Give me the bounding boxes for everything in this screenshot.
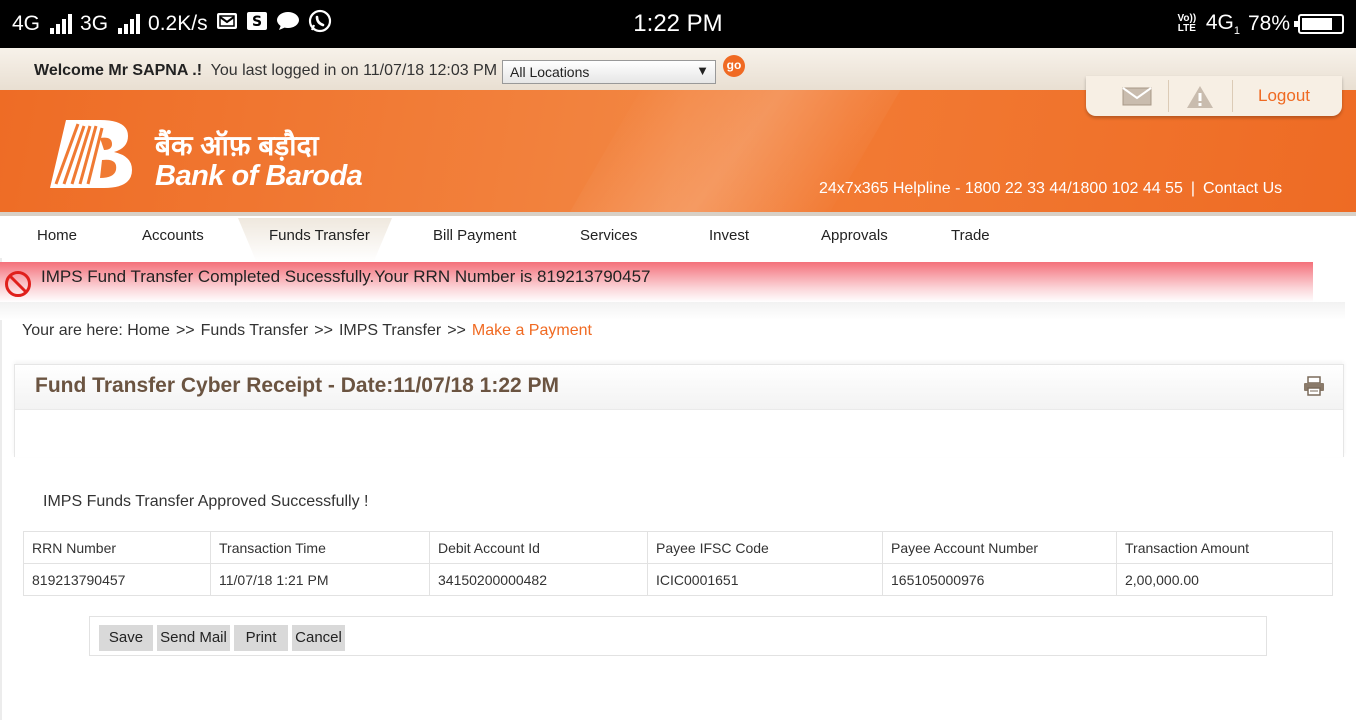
- breadcrumb-imps-transfer[interactable]: IMPS Transfer: [339, 322, 441, 339]
- printer-icon[interactable]: [1303, 376, 1325, 401]
- nav-home[interactable]: Home: [37, 227, 77, 244]
- clock: 1:22 PM: [633, 10, 723, 37]
- cell-debit-account-id: 34150200000482: [429, 563, 648, 596]
- cell-payee-account-number: 165105000976: [882, 563, 1117, 596]
- location-select-value: All Locations: [510, 64, 590, 80]
- table-row: 819213790457 11/07/18 1:21 PM 3415020000…: [23, 563, 1333, 596]
- battery-icon: [1294, 14, 1344, 34]
- bank-name-hindi: बैंक ऑफ़ बड़ौदा: [155, 130, 319, 161]
- helpline-text: 24x7x365 Helpline - 1800 22 33 44/1800 1…: [819, 180, 1183, 197]
- breadcrumb-separator: >>: [314, 322, 333, 339]
- status-bar: 4G 3G 0.2K/s S 1:22 PM Vo)) LTE 4G1 78%: [0, 0, 1356, 48]
- last-login: You last logged in on 11/07/18 12:03 PM: [210, 62, 498, 79]
- status-right: Vo)) LTE 4G1 78%: [1176, 0, 1344, 48]
- receipt-panel: Fund Transfer Cyber Receipt - Date:11/07…: [14, 364, 1344, 457]
- nav-approvals[interactable]: Approvals: [821, 227, 888, 244]
- breadcrumb-home[interactable]: Home: [127, 322, 170, 339]
- breadcrumb-funds-transfer[interactable]: Funds Transfer: [201, 322, 309, 339]
- cell-transaction-amount: 2,00,000.00: [1116, 563, 1333, 596]
- alert-icon[interactable]: [1186, 85, 1214, 114]
- dropdown-arrow-icon: ▼: [696, 63, 709, 78]
- receipt-title: Fund Transfer Cyber Receipt - Date:11/07…: [35, 374, 560, 397]
- nav-funds-transfer[interactable]: Funds Transfer: [269, 227, 370, 244]
- nav-services[interactable]: Services: [580, 227, 638, 244]
- print-button[interactable]: Print: [234, 625, 288, 651]
- battery-percent: 78%: [1247, 12, 1290, 35]
- cell-rrn-number: 819213790457: [23, 563, 211, 596]
- utility-tab: Logout: [1086, 76, 1342, 116]
- nav-invest[interactable]: Invest: [709, 227, 749, 244]
- mail-icon[interactable]: [1122, 85, 1152, 112]
- network-type-3-label: 4G: [1205, 10, 1234, 34]
- page-left-border: [0, 258, 2, 720]
- breadcrumb-separator: >>: [447, 322, 466, 339]
- save-button[interactable]: Save: [99, 625, 153, 651]
- welcome-text: Welcome Mr SAPNA .! You last logged in o…: [34, 62, 497, 80]
- prohibited-icon: [4, 270, 32, 303]
- col-payee-ifsc-code: Payee IFSC Code: [647, 531, 883, 564]
- alert-message: IMPS Fund Transfer Completed Sucessfully…: [41, 267, 651, 286]
- col-transaction-time: Transaction Time: [210, 531, 430, 564]
- col-debit-account-id: Debit Account Id: [429, 531, 648, 564]
- logout-link[interactable]: Logout: [1258, 86, 1310, 106]
- action-bar: Save Send Mail Print Cancel: [89, 616, 1267, 656]
- bank-name: Bank of Baroda: [155, 160, 363, 192]
- col-payee-account-number: Payee Account Number: [882, 531, 1117, 564]
- main-nav: Home Accounts Funds Transfer Bill Paymen…: [0, 212, 1356, 262]
- col-transaction-amount: Transaction Amount: [1116, 531, 1333, 564]
- approval-status: IMPS Funds Transfer Approved Successfull…: [43, 493, 369, 510]
- tab-divider: [1232, 80, 1233, 112]
- nav-bill-payment[interactable]: Bill Payment: [433, 227, 516, 244]
- nav-trade[interactable]: Trade: [951, 227, 990, 244]
- alert-banner: IMPS Fund Transfer Completed Sucessfully…: [0, 262, 1313, 302]
- sim-slot: 1: [1233, 25, 1240, 38]
- breadcrumb-prefix: Your are here:: [22, 322, 123, 339]
- receipt-header: Fund Transfer Cyber Receipt - Date:11/07…: [15, 365, 1343, 410]
- battery-fill: [1302, 18, 1332, 30]
- location-select[interactable]: All Locations ▼: [502, 60, 716, 84]
- contact-us-link[interactable]: Contact Us: [1203, 180, 1282, 197]
- nav-accounts[interactable]: Accounts: [142, 227, 204, 244]
- tab-divider: [1168, 80, 1169, 112]
- breadcrumb-separator: >>: [175, 322, 195, 339]
- bank-logo-icon[interactable]: [48, 118, 134, 195]
- alert-shadow: [0, 302, 1345, 320]
- breadcrumb: Your are here: Home >> Funds Transfer >> IMP…: [22, 322, 592, 340]
- network-type-3: 4G1: [1206, 11, 1240, 37]
- cell-transaction-time: 11/07/18 1:21 PM: [210, 563, 430, 596]
- greeting: Welcome Mr SAPNA .!: [34, 62, 203, 79]
- breadcrumb-current: Make a Payment: [471, 322, 592, 339]
- cancel-button[interactable]: Cancel: [292, 625, 345, 651]
- send-mail-button[interactable]: Send Mail: [157, 625, 230, 651]
- transaction-table: RRN Number Transaction Time Debit Accoun…: [23, 531, 1333, 596]
- col-rrn-number: RRN Number: [23, 531, 211, 564]
- go-button[interactable]: go: [723, 55, 745, 77]
- cell-payee-ifsc-code: ICIC0001651: [647, 563, 883, 596]
- helpline-separator: |: [1190, 180, 1196, 197]
- volte-indicator: Vo)) LTE: [1177, 13, 1197, 34]
- helpline: 24x7x365 Helpline - 1800 22 33 44/1800 1…: [819, 180, 1282, 198]
- table-header-row: RRN Number Transaction Time Debit Accoun…: [23, 531, 1333, 564]
